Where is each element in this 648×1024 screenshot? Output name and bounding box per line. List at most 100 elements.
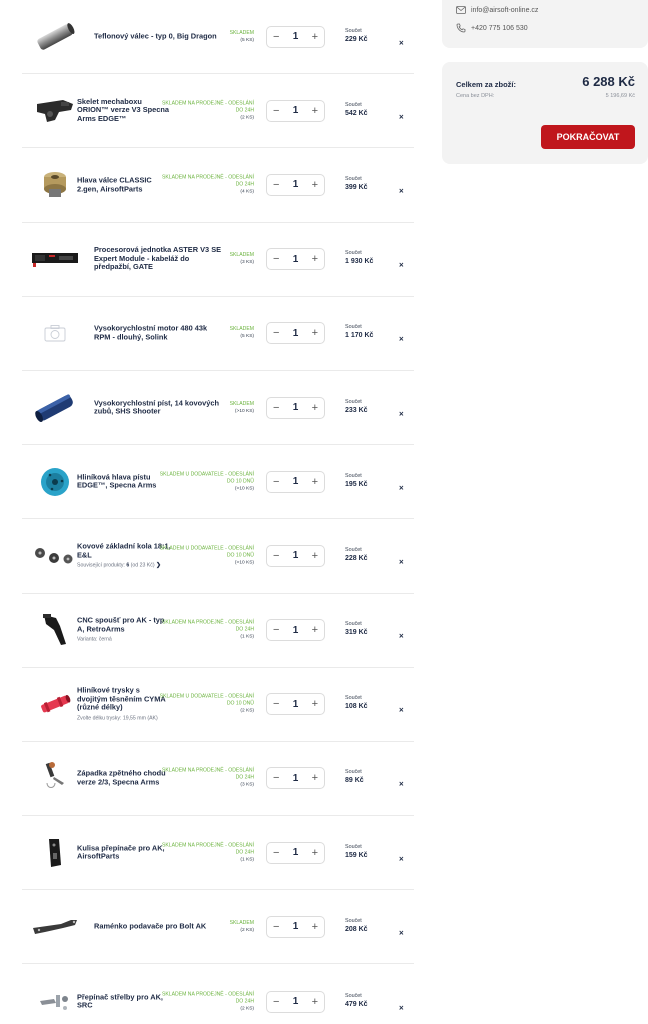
- increase-quantity-button[interactable]: +: [312, 992, 318, 1012]
- line-total: Součet 1 170 Kč: [345, 325, 373, 341]
- decrease-quantity-button[interactable]: −: [273, 992, 279, 1012]
- line-total: Součet 208 Kč: [345, 918, 368, 934]
- decrease-quantity-button[interactable]: −: [273, 175, 279, 195]
- contact-phone[interactable]: +420 775 106 530: [456, 20, 634, 36]
- remove-item-icon[interactable]: ×: [399, 631, 404, 640]
- increase-quantity-button[interactable]: +: [312, 101, 318, 121]
- quantity-stepper[interactable]: − 1 +: [266, 248, 325, 271]
- quantity-value[interactable]: 1: [293, 847, 299, 858]
- increase-quantity-button[interactable]: +: [312, 249, 318, 269]
- contact-email[interactable]: info@airsoft-online.cz: [456, 2, 634, 18]
- cylinder-head-image[interactable]: [30, 167, 80, 203]
- decrease-quantity-button[interactable]: −: [273, 768, 279, 788]
- quantity-stepper[interactable]: − 1 +: [266, 990, 325, 1013]
- remove-item-icon[interactable]: ×: [399, 335, 404, 344]
- increase-quantity-button[interactable]: +: [312, 323, 318, 343]
- remove-item-icon[interactable]: ×: [399, 557, 404, 566]
- line-total-value: 1 170 Kč: [345, 332, 374, 340]
- quantity-value[interactable]: 1: [293, 921, 299, 932]
- remove-item-icon[interactable]: ×: [399, 112, 404, 121]
- cylinder-image[interactable]: [30, 19, 80, 55]
- remove-item-icon[interactable]: ×: [399, 706, 404, 715]
- remove-item-icon[interactable]: ×: [399, 1003, 404, 1012]
- fire-selector-image[interactable]: [30, 984, 80, 1020]
- quantity-stepper[interactable]: − 1 +: [266, 99, 325, 122]
- quantity-stepper[interactable]: − 1 +: [266, 544, 325, 567]
- remove-item-icon[interactable]: ×: [399, 928, 404, 937]
- quantity-value[interactable]: 1: [293, 625, 299, 636]
- increase-quantity-button[interactable]: +: [312, 917, 318, 937]
- remove-item-icon[interactable]: ×: [399, 854, 404, 863]
- quantity-value[interactable]: 1: [293, 254, 299, 265]
- quantity-value[interactable]: 1: [293, 402, 299, 413]
- piston-image[interactable]: [30, 390, 80, 426]
- remove-item-icon[interactable]: ×: [399, 483, 404, 492]
- decrease-quantity-button[interactable]: −: [273, 620, 279, 640]
- increase-quantity-button[interactable]: +: [312, 175, 318, 195]
- quantity-value[interactable]: 1: [293, 996, 299, 1007]
- decrease-quantity-button[interactable]: −: [273, 27, 279, 47]
- quantity-stepper[interactable]: − 1 +: [266, 396, 325, 419]
- increase-quantity-button[interactable]: +: [312, 768, 318, 788]
- cart-item-row: Vysokorychlostní píst, 14 kovových zubů,…: [22, 371, 414, 446]
- quantity-stepper[interactable]: − 1 +: [266, 619, 325, 642]
- decrease-quantity-button[interactable]: −: [273, 546, 279, 566]
- quantity-value[interactable]: 1: [293, 699, 299, 710]
- piston-head-image[interactable]: [30, 464, 80, 500]
- decrease-quantity-button[interactable]: −: [273, 472, 279, 492]
- stock-status: SKLADEM (>10 KS): [154, 401, 254, 415]
- quantity-value[interactable]: 1: [293, 328, 299, 339]
- phone-icon: [456, 23, 466, 33]
- remove-item-icon[interactable]: ×: [399, 261, 404, 270]
- placeholder-camera-icon[interactable]: [30, 315, 80, 351]
- processor-unit-image[interactable]: [30, 241, 80, 277]
- increase-quantity-button[interactable]: +: [312, 546, 318, 566]
- increase-quantity-button[interactable]: +: [312, 472, 318, 492]
- stock-availability: SKLADEM NA PRODEJNĚ - ODESLÁNÍ DO 24H: [162, 842, 254, 856]
- decrease-quantity-button[interactable]: −: [273, 917, 279, 937]
- increase-quantity-button[interactable]: +: [312, 620, 318, 640]
- continue-button[interactable]: POKRAČOVAT: [541, 125, 635, 149]
- quantity-stepper[interactable]: − 1 +: [266, 470, 325, 493]
- quantity-value[interactable]: 1: [293, 773, 299, 784]
- decrease-quantity-button[interactable]: −: [273, 323, 279, 343]
- cart-item-row: Přepínač střelby pro AK, SRC SKLADEM NA …: [22, 964, 414, 1024]
- stock-count: (2 KS): [240, 115, 254, 121]
- stock-status: SKLADEM NA PRODEJNĚ - ODESLÁNÍ DO 24H (2…: [154, 991, 254, 1012]
- decrease-quantity-button[interactable]: −: [273, 249, 279, 269]
- trigger-image[interactable]: [30, 612, 80, 648]
- quantity-value[interactable]: 1: [293, 31, 299, 42]
- remove-item-icon[interactable]: ×: [399, 38, 404, 47]
- quantity-stepper[interactable]: − 1 +: [266, 322, 325, 345]
- quantity-stepper[interactable]: − 1 +: [266, 915, 325, 938]
- increase-quantity-button[interactable]: +: [312, 694, 318, 714]
- nozzle-image[interactable]: [30, 686, 80, 722]
- quantity-stepper[interactable]: − 1 +: [266, 173, 325, 196]
- decrease-quantity-button[interactable]: −: [273, 843, 279, 863]
- quantity-value[interactable]: 1: [293, 476, 299, 487]
- quantity-value[interactable]: 1: [293, 105, 299, 116]
- quantity-value[interactable]: 1: [293, 550, 299, 561]
- gears-image[interactable]: [30, 538, 80, 574]
- increase-quantity-button[interactable]: +: [312, 843, 318, 863]
- quantity-stepper[interactable]: − 1 +: [266, 25, 325, 48]
- remove-item-icon[interactable]: ×: [399, 409, 404, 418]
- increase-quantity-button[interactable]: +: [312, 398, 318, 418]
- cart-item-row: CNC spoušť pro AK - typ A, RetroArms Var…: [22, 594, 414, 668]
- feed-arm-image[interactable]: [30, 909, 80, 945]
- quantity-value[interactable]: 1: [293, 179, 299, 190]
- quantity-stepper[interactable]: − 1 +: [266, 767, 325, 790]
- quantity-stepper[interactable]: − 1 +: [266, 693, 325, 716]
- decrease-quantity-button[interactable]: −: [273, 694, 279, 714]
- stock-count: (2 KS): [240, 927, 254, 933]
- quantity-stepper[interactable]: − 1 +: [266, 841, 325, 864]
- gearbox-shell-image[interactable]: [30, 93, 80, 129]
- decrease-quantity-button[interactable]: −: [273, 398, 279, 418]
- increase-quantity-button[interactable]: +: [312, 27, 318, 47]
- selector-plate-image[interactable]: [30, 835, 80, 871]
- remove-item-icon[interactable]: ×: [399, 186, 404, 195]
- decrease-quantity-button[interactable]: −: [273, 101, 279, 121]
- latch-image[interactable]: [30, 760, 80, 796]
- remove-item-icon[interactable]: ×: [399, 780, 404, 789]
- line-total-label: Součet: [345, 472, 362, 479]
